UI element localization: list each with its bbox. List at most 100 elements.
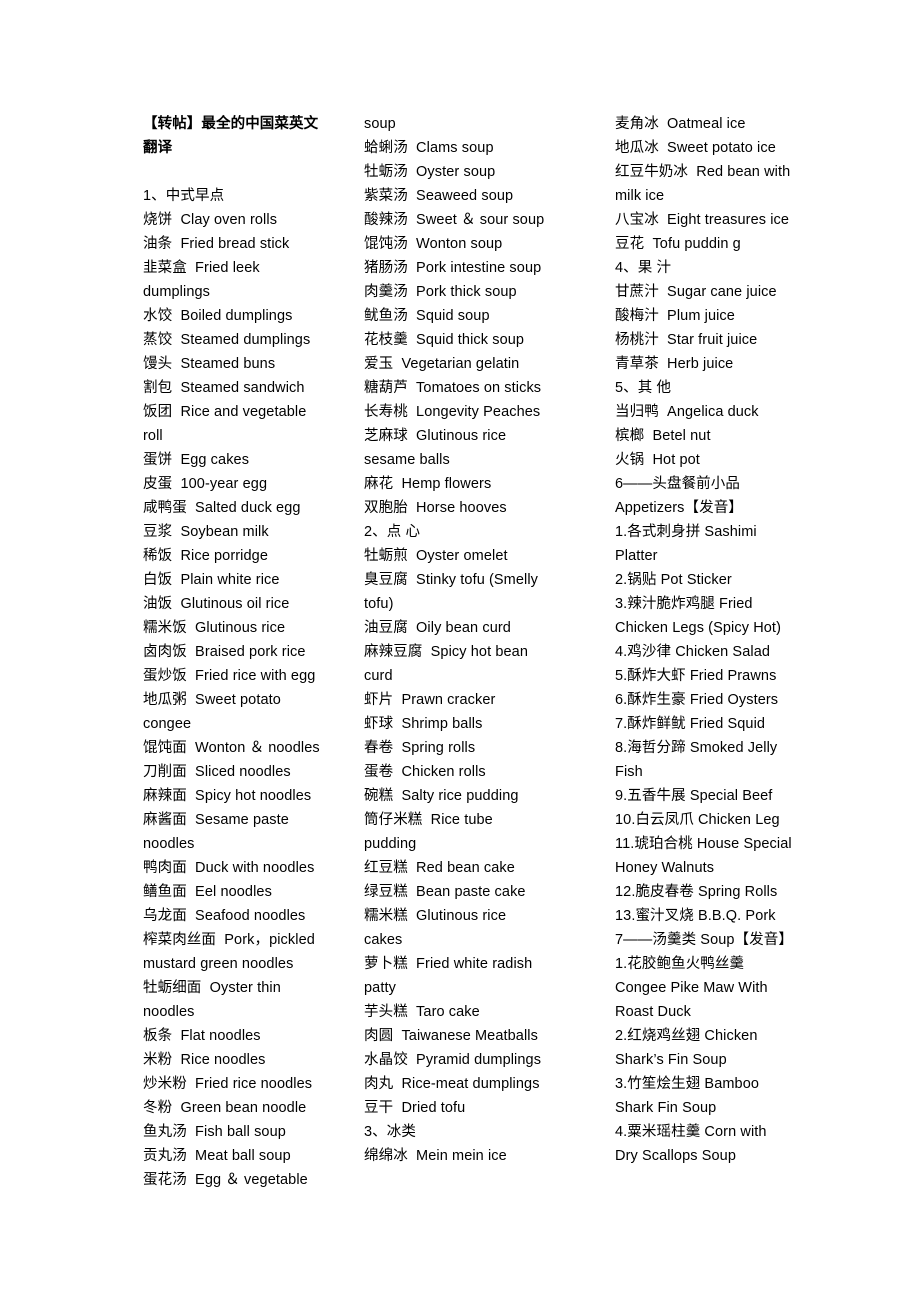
text-line: 槟榔 Betel nut xyxy=(615,428,711,444)
text-line: Honey Walnuts xyxy=(615,860,715,876)
text-line: 花枝羹 Squid thick soup xyxy=(364,332,525,348)
text-line: Shark’s Fin Soup xyxy=(615,1052,727,1068)
text-line: Platter xyxy=(615,548,658,564)
text-line: Shark Fin Soup xyxy=(615,1100,717,1116)
text-line: Congee Pike Maw With xyxy=(615,980,768,996)
text-line: 3、冰类 xyxy=(364,1124,416,1140)
text-line: 牡蛎细面 Oyster thin xyxy=(143,980,281,996)
text-line: 皮蛋 100-year egg xyxy=(143,476,268,492)
text-line: curd xyxy=(364,668,393,684)
column-3: 麦角冰 Oatmeal ice 地瓜冰 Sweet potato ice 红豆牛奶冰… xyxy=(615,112,883,1168)
text-line: 杨桃汁 Star fruit juice xyxy=(615,332,758,348)
text-line: 麻酱面 Sesame paste xyxy=(143,812,289,828)
text-line: 红豆牛奶冰 Red bean with xyxy=(615,164,791,180)
text-line: 1、中式早点 xyxy=(143,188,225,204)
text-line: 5、其 他 xyxy=(615,380,672,396)
text-line: 2、点 心 xyxy=(364,524,421,540)
text-line: dumplings xyxy=(143,284,210,300)
text-line: 蛋炒饭 Fried rice with egg xyxy=(143,668,316,684)
text-line: 猪肠汤 Pork intestine soup xyxy=(364,260,542,276)
text-line: 芋头糕 Taro cake xyxy=(364,1004,480,1020)
text-line: 韭菜盒 Fried leek xyxy=(143,260,260,276)
text-line: 11.琥珀合桃 House Special xyxy=(615,836,792,852)
text-line: 水晶饺 Pyramid dumplings xyxy=(364,1052,542,1068)
text-line: 5.酥炸大虾 Fried Prawns xyxy=(615,668,777,684)
text-line: 碗糕 Salty rice pudding xyxy=(364,788,519,804)
column-2: soup 蛤蜊汤 Clams soup 牡蛎汤 Oyster soup 紫菜汤 Sea… xyxy=(364,112,615,1168)
text-line: 馄饨面 Wonton ＆ noodles xyxy=(143,740,320,756)
text-line: 八宝冰 Eight treasures ice xyxy=(615,212,790,228)
text-line: sesame balls xyxy=(364,452,450,468)
text-line: 9.五香牛展 Special Beef xyxy=(615,788,773,804)
text-line: 板条 Flat noodles xyxy=(143,1028,261,1044)
text-line: 地瓜粥 Sweet potato xyxy=(143,692,281,708)
text-line: 长寿桃 Longevity Peaches xyxy=(364,404,541,420)
text-line: 糯米糕 Glutinous rice xyxy=(364,908,507,924)
text-line: 鱼丸汤 Fish ball soup xyxy=(143,1124,286,1140)
text-line: 甘蔗汁 Sugar cane juice xyxy=(615,284,777,300)
text-line: 蛋卷 Chicken rolls xyxy=(364,764,486,780)
text-line: 6.酥炸生豪 Fried Oysters xyxy=(615,692,779,708)
text-line: 稀饭 Rice porridge xyxy=(143,548,268,564)
text-line: 12.脆皮春卷 Spring Rolls xyxy=(615,884,778,900)
text-line: 鳝鱼面 Eel noodles xyxy=(143,884,272,900)
text-line: 13.蜜汁叉烧 B.B.Q. Pork xyxy=(615,908,776,924)
text-line: 冬粉 Green bean noodle xyxy=(143,1100,307,1116)
text-line: 刀削面 Sliced noodles xyxy=(143,764,291,780)
text-line: 卤肉饭 Braised pork rice xyxy=(143,644,306,660)
text-line: 虾球 Shrimp balls xyxy=(364,716,483,732)
text-line: Appetizers【发音】 xyxy=(615,500,743,516)
text-line: 【转帖】最全的中国菜英文 xyxy=(143,116,319,132)
text-line: 蛋花汤 Egg ＆ vegetable xyxy=(143,1172,308,1188)
text-line: 1.花胶鲍鱼火鸭丝羹 xyxy=(615,956,745,972)
text-line: 翻译 xyxy=(143,140,173,156)
text-line: congee xyxy=(143,716,192,732)
text-line: 割包 Steamed sandwich xyxy=(143,380,305,396)
text-line: 水饺 Boiled dumplings xyxy=(143,308,293,324)
text-line: cakes xyxy=(364,932,403,948)
text-columns: 【转帖】最全的中国菜英文 翻译 1、中式早点烧饼 Clay oven rolls 油… xyxy=(143,112,883,1192)
text-line: 3.竹笙烩生翅 Bamboo xyxy=(615,1076,760,1092)
text-line: 麻辣面 Spicy hot noodles xyxy=(143,788,312,804)
text-line: 4.粟米瑶柱羹 Corn with xyxy=(615,1124,767,1140)
text-line: noodles xyxy=(143,836,195,852)
text-line: 7——汤羹类 Soup【发音】 xyxy=(615,932,793,948)
text-line: 蛋饼 Egg cakes xyxy=(143,452,250,468)
column-1: 【转帖】最全的中国菜英文 翻译 1、中式早点烧饼 Clay oven rolls 油… xyxy=(143,112,364,1192)
text-line: pudding xyxy=(364,836,417,852)
text-line: 麻花 Hemp flowers xyxy=(364,476,492,492)
text-line: 芝麻球 Glutinous rice xyxy=(364,428,507,444)
text-line: 10.白云凤爪 Chicken Leg xyxy=(615,812,780,828)
text-line: 咸鸭蛋 Salted duck egg xyxy=(143,500,301,516)
text-line: 白饭 Plain white rice xyxy=(143,572,280,588)
text-line: 肉丸 Rice-meat dumplings xyxy=(364,1076,540,1092)
text-line: 豆浆 Soybean milk xyxy=(143,524,269,540)
text-line: 豆花 Tofu puddin g xyxy=(615,236,741,252)
text-line: 麦角冰 Oatmeal ice xyxy=(615,116,746,132)
text-line: 酸梅汁 Plum juice xyxy=(615,308,735,324)
text-line: 肉羹汤 Pork thick soup xyxy=(364,284,517,300)
text-line: 馄饨汤 Wonton soup xyxy=(364,236,503,252)
text-line: 烧饼 Clay oven rolls xyxy=(143,212,278,228)
text-line: 8.海哲分蹄 Smoked Jelly xyxy=(615,740,778,756)
text-line: noodles xyxy=(143,1004,195,1020)
text-line: soup xyxy=(364,116,396,132)
text-line: 油饭 Glutinous oil rice xyxy=(143,596,290,612)
text-line: 麻辣豆腐 Spicy hot bean xyxy=(364,644,528,660)
text-line: 肉圆 Taiwanese Meatballs xyxy=(364,1028,538,1044)
text-line: 牡蛎煎 Oyster omelet xyxy=(364,548,508,564)
text-line: 2.锅贴 Pot Sticker xyxy=(615,572,732,588)
text-line: 炒米粉 Fried rice noodles xyxy=(143,1076,313,1092)
text-line: 酸辣汤 Sweet ＆ sour soup xyxy=(364,212,545,228)
text-line: 糯米饭 Glutinous rice xyxy=(143,620,286,636)
text-line: 馒头 Steamed buns xyxy=(143,356,276,372)
text-line: milk ice xyxy=(615,188,665,204)
text-line: 红豆糕 Red bean cake xyxy=(364,860,515,876)
text-line: 榨菜肉丝面 Pork，pickled xyxy=(143,932,315,948)
document-page: 【转帖】最全的中国菜英文 翻译 1、中式早点烧饼 Clay oven rolls 油… xyxy=(0,0,920,1302)
text-line: 地瓜冰 Sweet potato ice xyxy=(615,140,776,156)
text-line: 绵绵冰 Mein mein ice xyxy=(364,1148,507,1164)
text-line: Roast Duck xyxy=(615,1004,691,1020)
text-line: 4、果 汁 xyxy=(615,260,672,276)
